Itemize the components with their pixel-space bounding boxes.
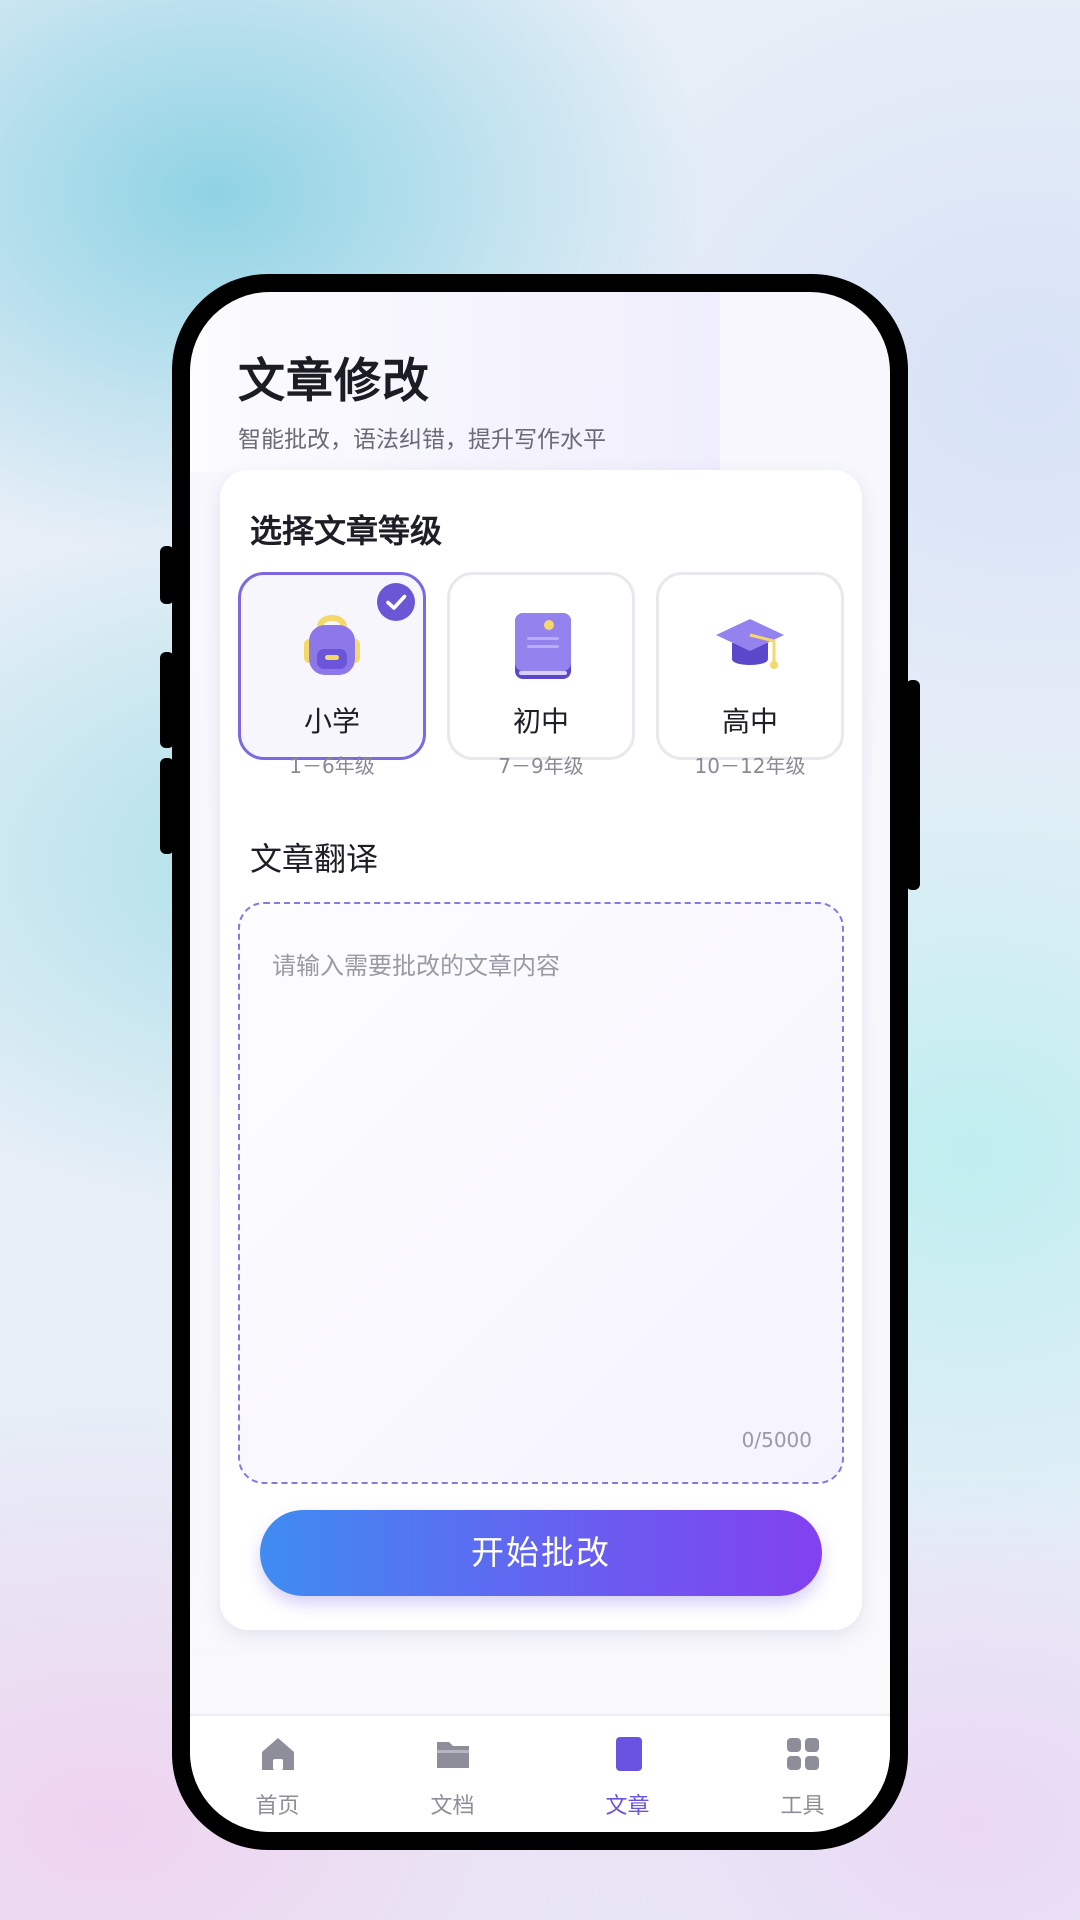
tab-documents[interactable]: 文档 [365, 1716, 540, 1832]
page-title: 文章修改 [238, 354, 430, 409]
graduation-cap-icon [710, 605, 790, 685]
tab-label: 首页 [255, 1794, 300, 1819]
tab-article[interactable]: 文章 [540, 1716, 715, 1832]
level-name: 小学 [303, 705, 360, 738]
app-screen: 文章修改 智能批改，语法纠错，提升写作水平 选择文章等级 小学 1－6年级 初中… [190, 292, 890, 1832]
tab-label: 文章 [605, 1794, 650, 1819]
level-grade: 1－6年级 [289, 754, 375, 778]
level-section-title: 选择文章等级 [250, 512, 443, 550]
tab-home[interactable]: 首页 [190, 1716, 365, 1832]
level-card-high[interactable]: 高中 10－12年级 [656, 572, 844, 778]
phone-volume-up-button [160, 652, 174, 748]
level-grade: 7－9年级 [498, 754, 584, 778]
article-input-placeholder: 请输入需要批改的文章内容 [272, 952, 560, 980]
level-card-primary[interactable]: 小学 1－6年级 [238, 572, 426, 778]
tab-label: 文档 [430, 1794, 475, 1819]
article-icon [608, 1734, 648, 1774]
phone-side-button [160, 546, 174, 604]
grid-icon [783, 1734, 823, 1774]
backpack-icon [292, 605, 372, 685]
main-card: 选择文章等级 小学 1－6年级 初中 7－9年级 高中 10－12年级 文章翻译… [220, 470, 862, 1630]
home-icon [258, 1734, 298, 1774]
page-subtitle: 智能批改，语法纠错，提升写作水平 [238, 427, 606, 453]
phone-power-button [906, 680, 920, 890]
tab-tools[interactable]: 工具 [715, 1716, 890, 1832]
level-name: 初中 [512, 705, 569, 738]
folder-icon [433, 1734, 473, 1774]
level-card-middle[interactable]: 初中 7－9年级 [447, 572, 635, 778]
level-grade: 10－12年级 [694, 754, 806, 778]
check-icon [377, 583, 415, 621]
level-name: 高中 [721, 705, 778, 738]
bottom-tab-bar: 首页 文档 文章 工具 [190, 1714, 890, 1832]
article-section-title: 文章翻译 [250, 840, 379, 878]
start-correction-button[interactable]: 开始批改 [260, 1510, 822, 1596]
char-counter: 0/5000 [741, 1428, 812, 1452]
phone-volume-down-button [160, 758, 174, 854]
article-input[interactable]: 请输入需要批改的文章内容 0/5000 [238, 902, 844, 1484]
tab-label: 工具 [780, 1794, 825, 1819]
book-icon [501, 605, 581, 685]
